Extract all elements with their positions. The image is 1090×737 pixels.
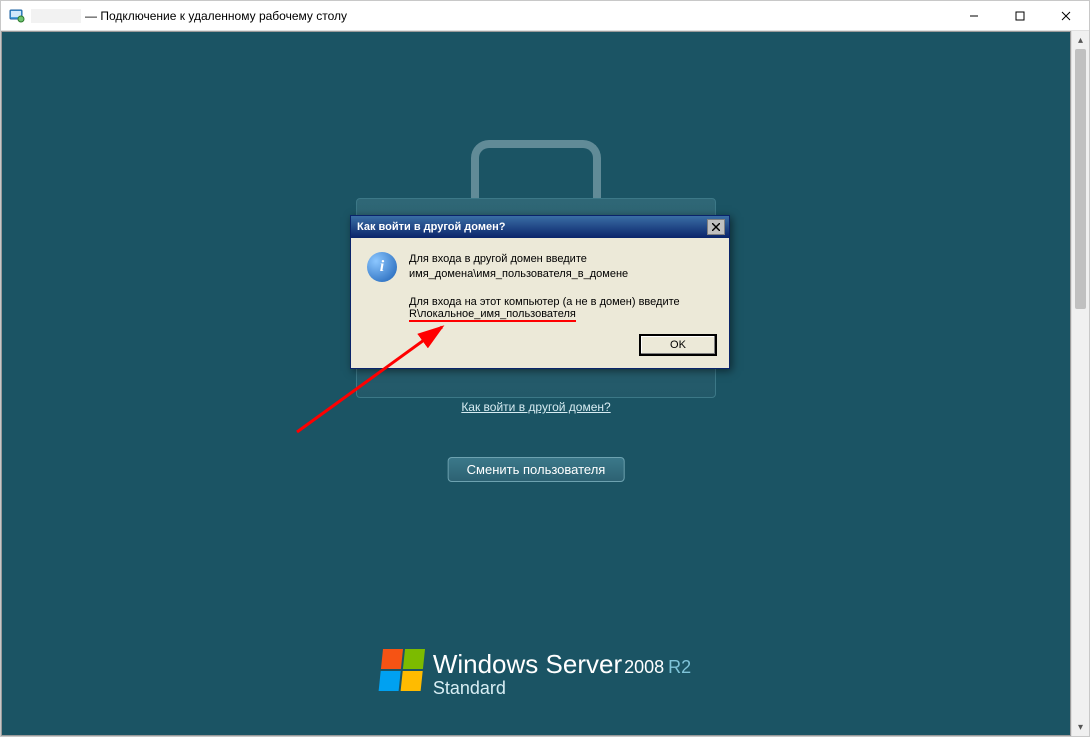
minimize-button[interactable] xyxy=(951,1,997,31)
scroll-down-button[interactable]: ▾ xyxy=(1072,718,1089,736)
redacted-hostname xyxy=(31,9,81,23)
window-title-suffix: — Подключение к удаленному рабочему стол… xyxy=(85,9,347,23)
content-wrap: Как войти в другой домен? Сменить пользо… xyxy=(1,31,1089,736)
dialog-titlebar[interactable]: Как войти в другой домен? xyxy=(351,216,729,238)
scroll-up-button[interactable]: ▴ xyxy=(1072,31,1089,49)
dialog-paragraph-2: Для входа на этот компьютер (а не в доме… xyxy=(409,296,713,322)
brand-windows: Windows xyxy=(433,649,538,679)
domain-help-dialog: Как войти в другой домен? i Для входа в … xyxy=(350,215,730,369)
dialog-title-text: Как войти в другой домен? xyxy=(357,221,505,233)
vertical-scrollbar[interactable]: ▴ ▾ xyxy=(1071,31,1089,736)
window-title: — Подключение к удаленному рабочему стол… xyxy=(31,9,347,23)
info-icon: i xyxy=(367,252,397,282)
ok-button[interactable]: OK xyxy=(639,334,717,356)
scroll-thumb[interactable] xyxy=(1075,49,1086,309)
local-login-format: R\локальное_имя_пользователя xyxy=(409,308,576,320)
switch-user-button[interactable]: Сменить пользователя xyxy=(448,457,625,482)
dialog-paragraph-1: Для входа в другой домен введите имя_дом… xyxy=(409,252,628,282)
brand-server: Server xyxy=(546,649,623,679)
dialog-close-button[interactable] xyxy=(707,219,725,235)
close-button[interactable] xyxy=(1043,1,1089,31)
how-to-login-domain-link[interactable]: Как войти в другой домен? xyxy=(461,400,610,414)
brand-year: 2008 xyxy=(624,657,664,677)
rdp-app-icon xyxy=(9,8,25,24)
maximize-button[interactable] xyxy=(997,1,1043,31)
brand-r2: R2 xyxy=(668,657,691,677)
rdp-window: — Подключение к удаленному рабочему стол… xyxy=(0,0,1090,737)
brand-edition: Standard xyxy=(433,678,691,699)
windows-server-brand: Windows Server2008R2 Standard xyxy=(381,649,691,699)
window-titlebar: — Подключение к удаленному рабочему стол… xyxy=(1,1,1089,31)
login-screen: Как войти в другой домен? Сменить пользо… xyxy=(1,31,1071,736)
windows-flag-icon xyxy=(379,649,425,691)
